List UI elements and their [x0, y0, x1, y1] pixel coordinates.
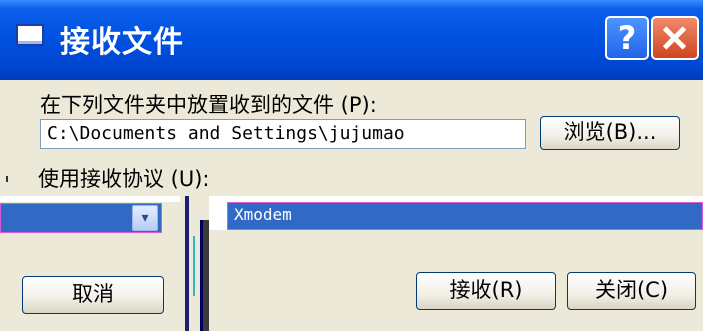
chevron-down-icon[interactable]: ▾ [132, 205, 158, 231]
protocol-label: 使用接收协议 (U): [38, 167, 210, 191]
close-icon[interactable] [651, 16, 699, 60]
accept-button[interactable]: 接收(R) [416, 272, 556, 310]
folder-label: 在下列文件夹中放置收到的文件 (P): [40, 93, 377, 117]
browse-button[interactable]: 浏览(B)... [540, 116, 680, 150]
divider-shadow [203, 220, 209, 331]
protocol-list-item-selected[interactable]: Xmodem [227, 202, 703, 230]
divider-accent [193, 236, 195, 296]
cancel-button[interactable]: 取消 [22, 276, 164, 314]
window-title: 接收文件 [60, 25, 184, 60]
stray-tick [6, 176, 8, 182]
divider-bar [185, 196, 189, 331]
window-icon [16, 24, 44, 46]
close-button[interactable]: 关闭(C) [567, 272, 696, 310]
help-icon: ? [617, 19, 637, 57]
folder-path-input[interactable]: C:\Documents and Settings\jujumao [40, 119, 526, 149]
help-button[interactable]: ? [605, 16, 649, 60]
white-strip [0, 196, 180, 202]
